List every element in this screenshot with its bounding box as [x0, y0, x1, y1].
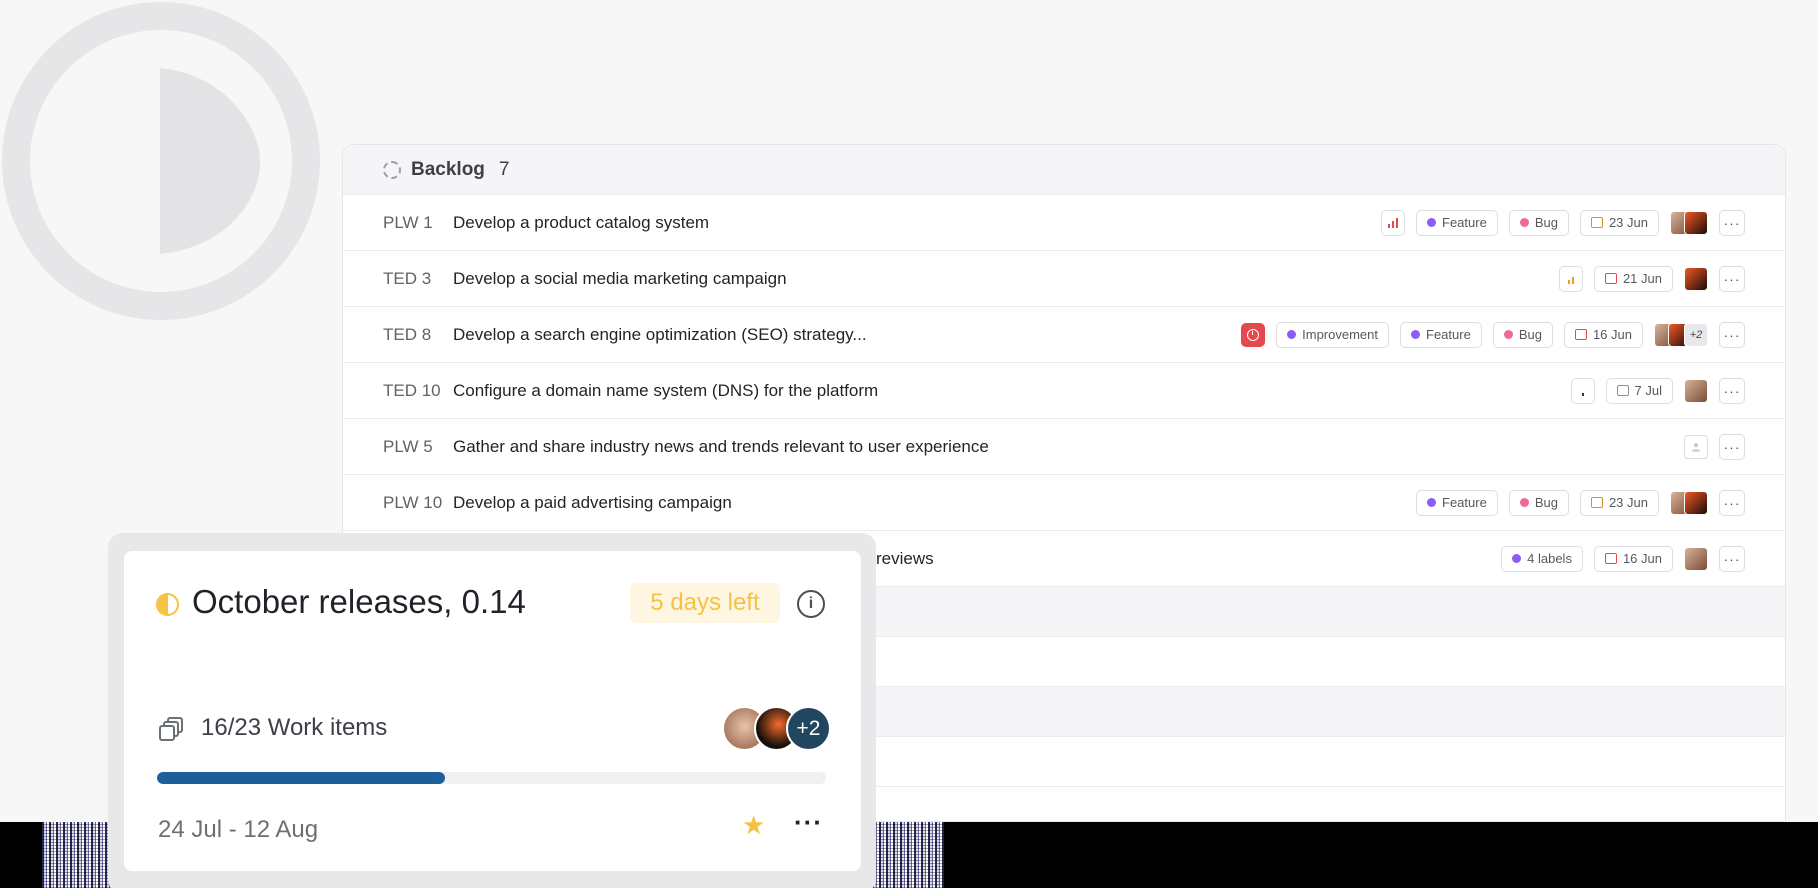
issue-id: TED 8	[383, 324, 432, 344]
issue-title[interactable]: Develop a social media marketing campaig…	[453, 269, 1559, 289]
table-row[interactable]: PLW 5 Gather and share industry news and…	[343, 419, 1785, 475]
due-date-chip[interactable]: 7 Jul	[1605, 377, 1673, 404]
issue-title[interactable]: Configure a domain name system (DNS) for…	[453, 381, 1571, 401]
table-row[interactable]: TED 3 Develop a social media marketing c…	[343, 251, 1785, 307]
cycle-card[interactable]: October releases, 0.14 5 days left i 16/…	[124, 551, 861, 871]
cycle-members[interactable]: +2	[722, 706, 831, 751]
due-date-chip[interactable]: 23 Jun	[1579, 209, 1659, 236]
issue-id: PLW 10	[383, 492, 443, 512]
table-row[interactable]: PLW 10 Develop a paid advertising campai…	[343, 475, 1785, 531]
calendar-icon	[1604, 273, 1617, 284]
more-options-icon[interactable]: ···	[794, 809, 823, 835]
table-row[interactable]: TED 8 Develop a search engine optimizati…	[343, 307, 1785, 363]
label-chip[interactable]: Improvement	[1276, 321, 1389, 348]
due-date-chip[interactable]: 23 Jun	[1579, 489, 1659, 516]
layers-icon	[159, 717, 183, 741]
issue-title[interactable]: Develop a product catalog system	[453, 213, 1381, 233]
group-count: 7	[498, 158, 510, 180]
priority-urgent-icon[interactable]	[1241, 322, 1266, 347]
more-members-badge: +2	[786, 706, 831, 751]
group-header-backlog[interactable]: Backlog 7	[343, 145, 1785, 195]
avatar	[1684, 210, 1708, 235]
priority-low-icon[interactable]	[1570, 377, 1595, 404]
unassigned-user-icon[interactable]	[1684, 434, 1708, 459]
star-icon[interactable]: ★	[742, 812, 765, 838]
assignees[interactable]	[1684, 378, 1708, 403]
issue-id: PLW 5	[383, 436, 433, 456]
assignees[interactable]	[1670, 490, 1708, 515]
avatar	[1684, 546, 1708, 571]
days-left-badge: 5 days left	[630, 583, 780, 623]
label-chip[interactable]: 4 labels	[1501, 545, 1583, 572]
row-menu-button[interactable]: ···	[1719, 545, 1745, 572]
calendar-icon	[1590, 217, 1603, 228]
avatar	[1684, 490, 1708, 515]
issue-title[interactable]: Develop a search engine optimization (SE…	[453, 325, 1241, 345]
issue-id: PLW 1	[383, 212, 433, 232]
calendar-icon	[1616, 385, 1629, 396]
issue-title[interactable]: Develop a paid advertising campaign	[453, 493, 1416, 513]
row-menu-button[interactable]: ···	[1719, 433, 1745, 460]
priority-high-icon[interactable]	[1381, 209, 1405, 236]
group-title: Backlog	[411, 158, 485, 180]
assignees[interactable]	[1684, 266, 1708, 291]
assignees[interactable]: +2	[1654, 322, 1708, 347]
cycle-progress-icon	[156, 593, 179, 616]
assignees[interactable]	[1670, 210, 1708, 235]
due-date-chip[interactable]: 16 Jun	[1593, 545, 1673, 572]
table-row[interactable]: PLW 1 Develop a product catalog system F…	[343, 195, 1785, 251]
assignees[interactable]	[1684, 546, 1708, 571]
issue-id: TED 10	[383, 380, 441, 400]
calendar-icon	[1604, 553, 1617, 564]
image-artifact	[42, 822, 112, 888]
calendar-icon	[1590, 497, 1603, 508]
row-menu-button[interactable]: ···	[1719, 377, 1745, 404]
row-menu-button[interactable]: ···	[1719, 489, 1745, 516]
backlog-state-icon	[383, 160, 401, 179]
priority-medium-icon[interactable]	[1558, 265, 1583, 292]
row-menu-button[interactable]: ···	[1719, 209, 1745, 236]
calendar-icon	[1574, 329, 1587, 340]
label-chip[interactable]: Feature	[1400, 321, 1482, 348]
issue-id: TED 3	[383, 268, 432, 288]
due-date-chip[interactable]: 16 Jun	[1563, 321, 1643, 348]
more-assignees: +2	[1684, 322, 1708, 347]
label-chip[interactable]: Bug	[1492, 321, 1553, 348]
avatar	[1684, 378, 1708, 403]
brand-logo-watermark	[2, 2, 320, 320]
cycle-date-range: 24 Jul - 12 Aug	[158, 816, 319, 843]
label-chip[interactable]: Bug	[1508, 489, 1569, 516]
cycle-title[interactable]: October releases, 0.14	[192, 583, 526, 621]
due-date-chip[interactable]: 21 Jun	[1593, 265, 1673, 292]
work-items-count: 16/23 Work items	[201, 714, 388, 741]
label-chip[interactable]: Feature	[1416, 489, 1498, 516]
table-row[interactable]: TED 10 Configure a domain name system (D…	[343, 363, 1785, 419]
cycle-progress-bar	[157, 772, 826, 784]
label-chip[interactable]: Bug	[1508, 209, 1569, 236]
avatar	[1684, 266, 1708, 291]
label-chip[interactable]: Feature	[1416, 209, 1498, 236]
row-menu-button[interactable]: ···	[1719, 265, 1745, 292]
row-menu-button[interactable]: ···	[1719, 321, 1745, 348]
progress-fill	[157, 772, 445, 784]
issue-title[interactable]: Gather and share industry news and trend…	[453, 437, 1684, 457]
info-icon[interactable]: i	[797, 590, 825, 618]
